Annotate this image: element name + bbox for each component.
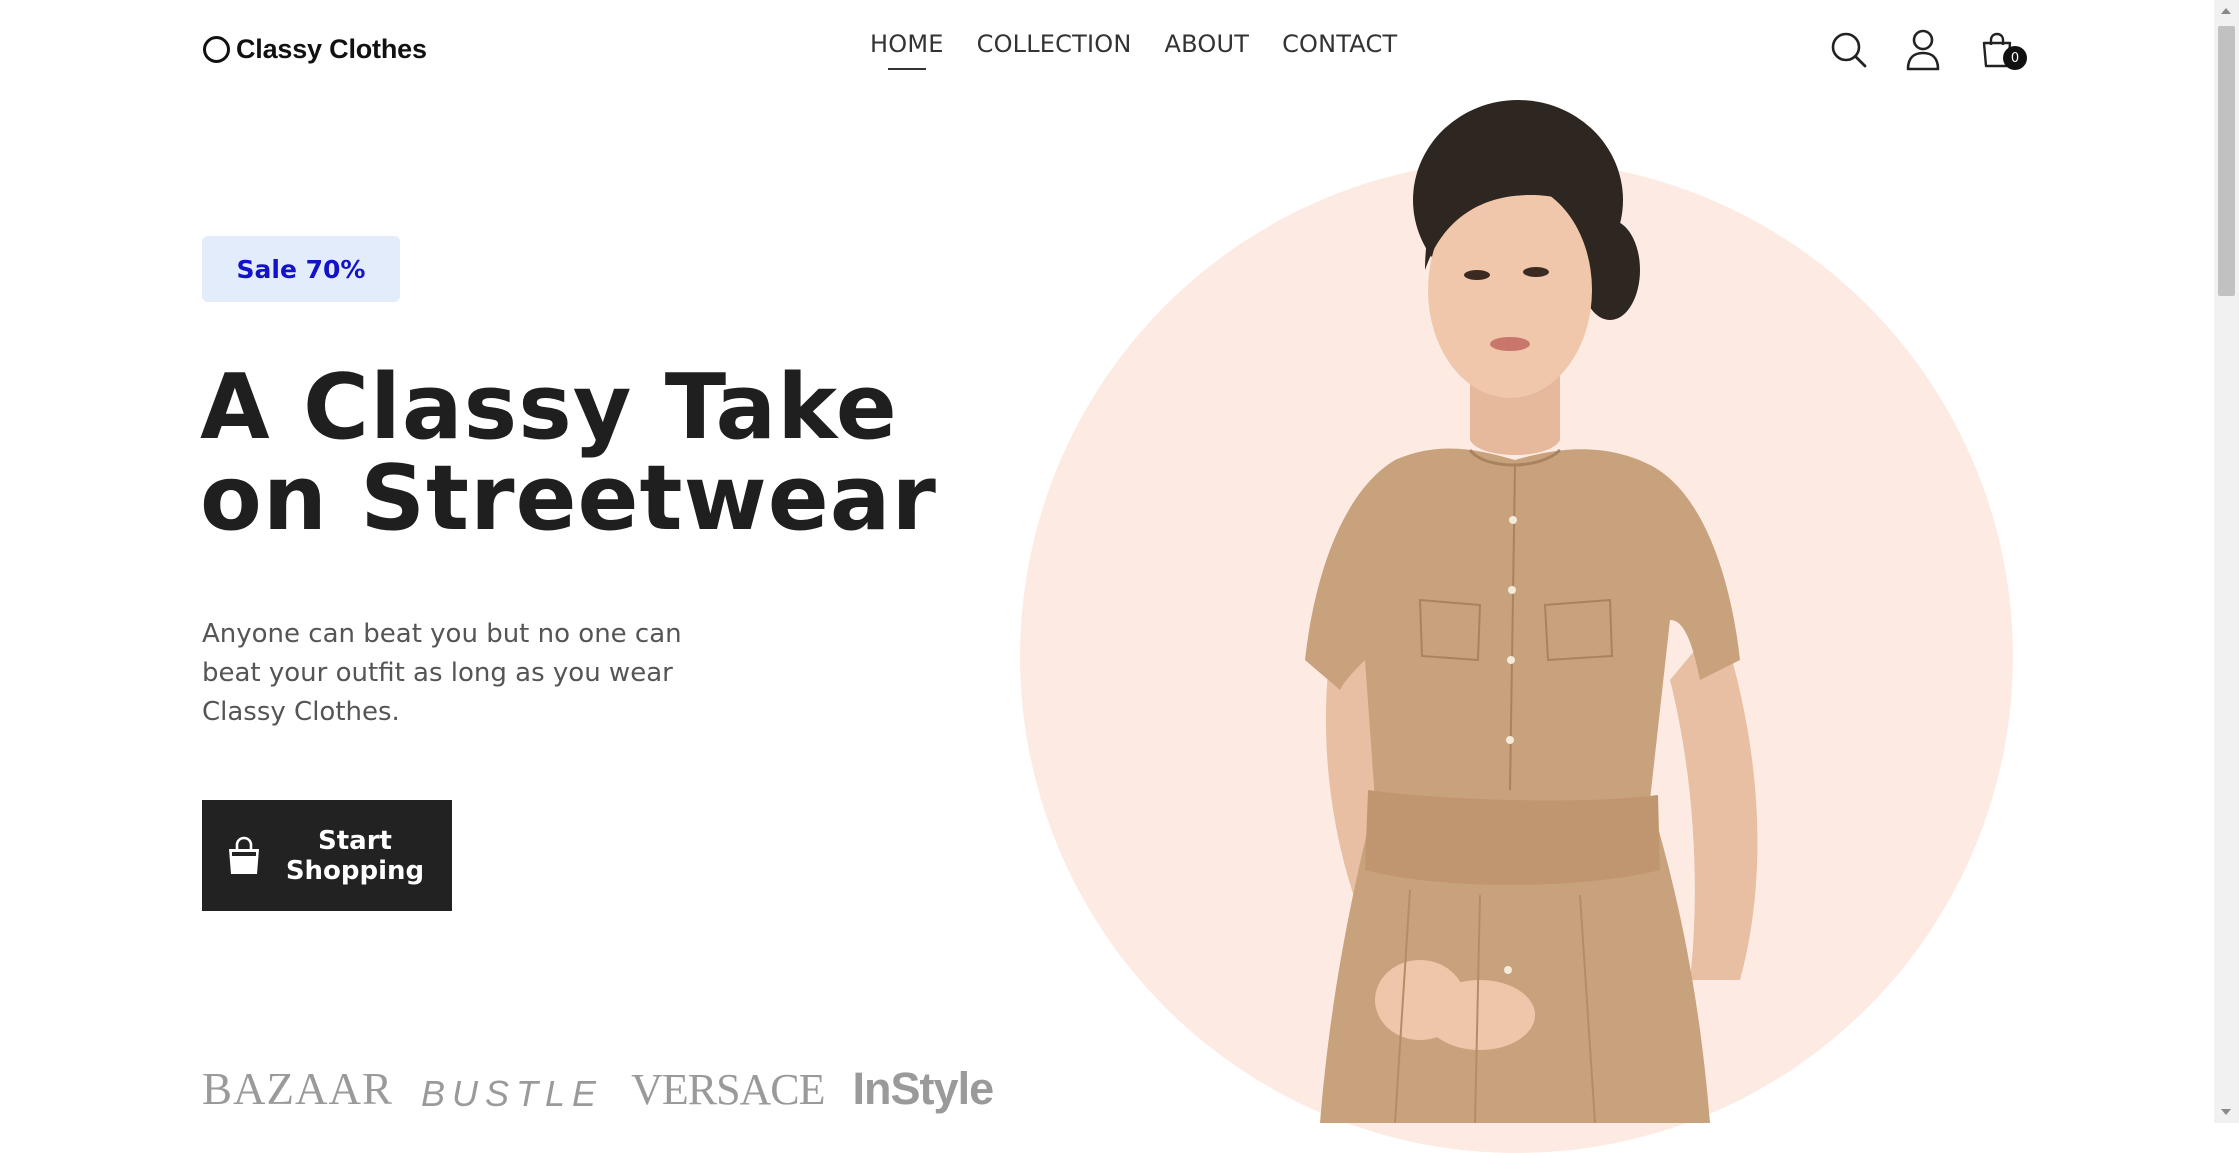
nav-collection[interactable]: COLLECTION [977, 30, 1132, 58]
nav-home[interactable]: HOME [870, 30, 944, 58]
user-icon[interactable] [1903, 28, 1943, 72]
start-shopping-button[interactable]: Start Shopping [202, 800, 452, 911]
main-nav: HOME COLLECTION ABOUT CONTACT [870, 30, 1397, 58]
page-scrollbar[interactable] [2214, 0, 2239, 1123]
cart-count-badge: 0 [2003, 46, 2027, 70]
scroll-up-icon[interactable] [2221, 8, 2231, 14]
nav-about[interactable]: ABOUT [1165, 30, 1250, 58]
brand-bustle-logo: BUSTLE [421, 1073, 604, 1114]
brand-versace-logo: VERSACE [631, 1065, 825, 1114]
hero-title: A Classy Take on Streetwear [200, 362, 960, 544]
logo-ring-icon [203, 36, 230, 63]
hero-model-image [1305, 100, 1758, 1123]
header-actions: 0 [1829, 28, 2027, 72]
brand-instyle-logo: InStyle [852, 1063, 995, 1114]
nav-contact[interactable]: CONTACT [1282, 30, 1397, 58]
landing-page: Classy Clothes HOME COLLECTION ABOUT CON… [0, 0, 2214, 1153]
brand-logos: BAZAAR BUSTLE VERSACE InStyle [202, 1063, 995, 1115]
brand-bazaar-logo: BAZAAR [202, 1064, 394, 1114]
search-icon[interactable] [1829, 28, 1869, 72]
logo[interactable]: Classy Clothes [203, 34, 427, 65]
hero-description: Anyone can beat you but no one can beat … [202, 619, 682, 727]
hero-title-line-1: A Classy Take [200, 355, 898, 460]
start-shopping-label: Start Shopping [285, 825, 425, 886]
sale-badge: Sale 70% [202, 236, 400, 302]
hero-title-line-2: on Streetwear [200, 446, 937, 551]
scroll-thumb[interactable] [2218, 26, 2235, 296]
scroll-down-icon[interactable] [2221, 1109, 2231, 1115]
cart-icon[interactable]: 0 [1977, 28, 2027, 72]
logo-text: Classy Clothes [236, 34, 427, 64]
shopping-bag-icon [229, 836, 259, 874]
